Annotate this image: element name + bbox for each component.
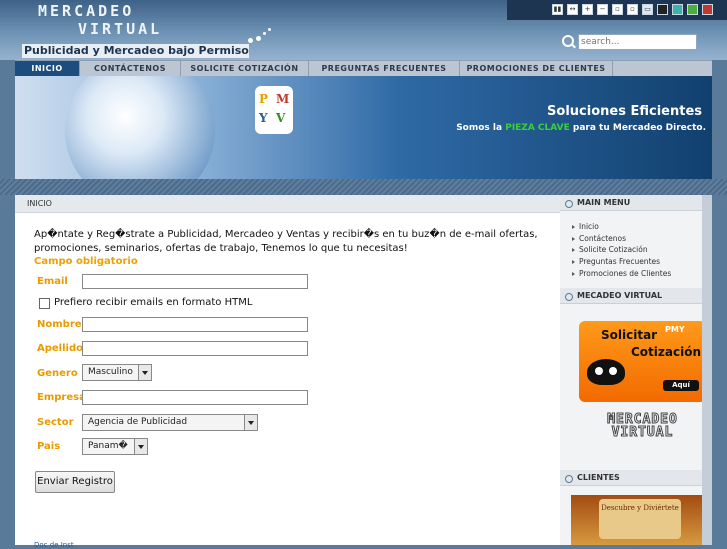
nombre-field[interactable] (82, 317, 308, 332)
banner-sub-prefix: Somos la (456, 123, 506, 133)
email-field[interactable] (82, 274, 308, 289)
genero-value: Masculino (88, 367, 133, 377)
main-menu-header: MAIN MENU (560, 195, 712, 211)
chevron-down-icon (134, 439, 147, 454)
robot-icon (587, 359, 625, 385)
puzzle-letter-m: M (276, 92, 290, 106)
sidebar-item-contactenos[interactable]: Contáctenos (572, 233, 671, 245)
sidebar-scroll-edge (702, 195, 712, 545)
sidebar-item-promociones[interactable]: Promociones de Clientes (572, 268, 671, 280)
swatch-green-icon[interactable] (687, 4, 698, 15)
footer-link[interactable]: Doc de Inst (34, 541, 74, 549)
genero-select[interactable]: Masculino (82, 364, 152, 381)
pais-value: Panam� (88, 441, 128, 451)
apellido-field[interactable] (82, 341, 308, 356)
empresa-label: Empresa (37, 392, 86, 403)
width-icon[interactable]: ↔ (567, 4, 578, 15)
sidebar-item-preguntas[interactable]: Preguntas Frecuentes (572, 256, 671, 268)
banner-title: Soluciones Eficientes (547, 104, 702, 119)
sidebar-item-cotizacion[interactable]: Solicite Cotización (572, 244, 671, 256)
submit-button[interactable]: Enviar Registro (35, 471, 115, 493)
nav-inicio[interactable]: INICIO (15, 61, 80, 76)
swatch-black-icon[interactable] (657, 4, 668, 15)
quote-promo-banner[interactable]: Solicitar Cotización PMY Aquí (579, 321, 706, 402)
reset-icon[interactable]: ▫ (612, 4, 623, 15)
main-menu-list: Inicio Contáctenos Solicite Cotización P… (572, 221, 671, 279)
banner-sub-suffix: para tu Mercadeo Directo. (569, 123, 706, 133)
search-input[interactable] (578, 34, 697, 50)
promo-pm: PMY (665, 325, 685, 334)
clientes-title: CLIENTES (577, 473, 620, 482)
promo-line-1: Solicitar (601, 328, 658, 342)
tagline: Publicidad y Mercadeo bajo Permiso (22, 44, 249, 58)
module-icon (565, 293, 573, 301)
module-icon (565, 475, 573, 483)
apellido-label: Apellido (37, 343, 83, 354)
decorative-dots (248, 26, 278, 48)
logo-line-1: MERCADEO (38, 2, 135, 20)
sector-label: Sector (37, 417, 74, 428)
sidebar-item-inicio[interactable]: Inicio (572, 221, 671, 233)
nav-preguntas[interactable]: PREGUNTAS FRECUENTES (309, 61, 460, 76)
chevron-down-icon (244, 415, 257, 430)
main-content: INICIO Ap�ntate y Reg�strate a Publicida… (15, 195, 560, 549)
nav-promociones[interactable]: PROMOCIONES DE CLIENTES (460, 61, 613, 76)
banner-subtitle: Somos la PIEZA CLAVE para tu Mercadeo Di… (456, 123, 706, 133)
mv-logo: MERCADEO VIRTUAL (580, 413, 705, 440)
puzzle-letter-p: P (259, 92, 269, 106)
globe-image (65, 76, 215, 179)
nav-contactenos[interactable]: CONTÁCTENOS (80, 61, 181, 76)
banner-sub-highlight: PIEZA CLAVE (505, 123, 570, 133)
pais-label: Pais (37, 441, 61, 452)
puzzle-logo: P M Y V (255, 86, 293, 134)
breadcrumb: INICIO (15, 195, 560, 213)
html-pref-checkbox[interactable] (39, 298, 50, 309)
close-icon[interactable]: ▫ (627, 4, 638, 15)
mv-title: MECADEO VIRTUAL (577, 291, 663, 300)
site-header: MERCADEO VIRTUAL Publicidad y Mercadeo b… (0, 0, 727, 60)
swatch-teal-icon[interactable] (672, 4, 683, 15)
intro-text: Ap�ntate y Reg�strate a Publicidad, Merc… (34, 229, 538, 254)
mv-header: MECADEO VIRTUAL (560, 288, 712, 304)
mv-logo-line-2: VIRTUAL (611, 425, 674, 440)
nombre-label: Nombre (37, 319, 82, 330)
nav-cotizacion[interactable]: SOLICITE COTIZACIÓN (181, 61, 309, 76)
module-icon (565, 200, 573, 208)
display-toolbar: ▮▮ ↔ + − ▫ ▫ ▭ (552, 4, 713, 15)
client-banner-text: Descubre y Diviértete (599, 499, 681, 539)
client-banner[interactable]: Descubre y Diviértete (571, 495, 705, 545)
promo-line-2: Cotización (631, 345, 701, 359)
aqui-button[interactable]: Aquí (663, 380, 699, 391)
email-label: Email (37, 276, 68, 287)
html-pref-label: Prefiero recibir emails en formato HTML (54, 297, 253, 308)
genero-label: Genero (37, 368, 78, 379)
empresa-field[interactable] (82, 390, 308, 405)
chevron-down-icon (138, 365, 151, 380)
zoom-in-icon[interactable]: + (582, 4, 593, 15)
clientes-header: CLIENTES (560, 470, 712, 486)
layout-icon[interactable]: ▮▮ (552, 4, 563, 15)
search-icon (562, 35, 574, 47)
logo-line-2: VIRTUAL (78, 20, 163, 38)
hero-banner: P M Y V Soluciones Eficientes Somos la P… (15, 76, 712, 179)
swatch-red-icon[interactable] (702, 4, 713, 15)
sector-value: Agencia de Publicidad (88, 417, 188, 427)
main-nav: INICIO CONTÁCTENOS SOLICITE COTIZACIÓN P… (15, 60, 712, 76)
sector-select[interactable]: Agencia de Publicidad (82, 414, 258, 431)
monitor-icon[interactable]: ▭ (642, 4, 653, 15)
puzzle-letter-y: Y (259, 111, 268, 125)
puzzle-letter-v: V (276, 111, 286, 125)
sidebar: MAIN MENU Inicio Contáctenos Solicite Co… (560, 195, 712, 545)
main-menu-title: MAIN MENU (577, 198, 631, 207)
zoom-out-icon[interactable]: − (597, 4, 608, 15)
pais-select[interactable]: Panam� (82, 438, 148, 455)
required-note: Campo obligatorio (34, 256, 138, 267)
decorative-stripe (0, 179, 727, 195)
